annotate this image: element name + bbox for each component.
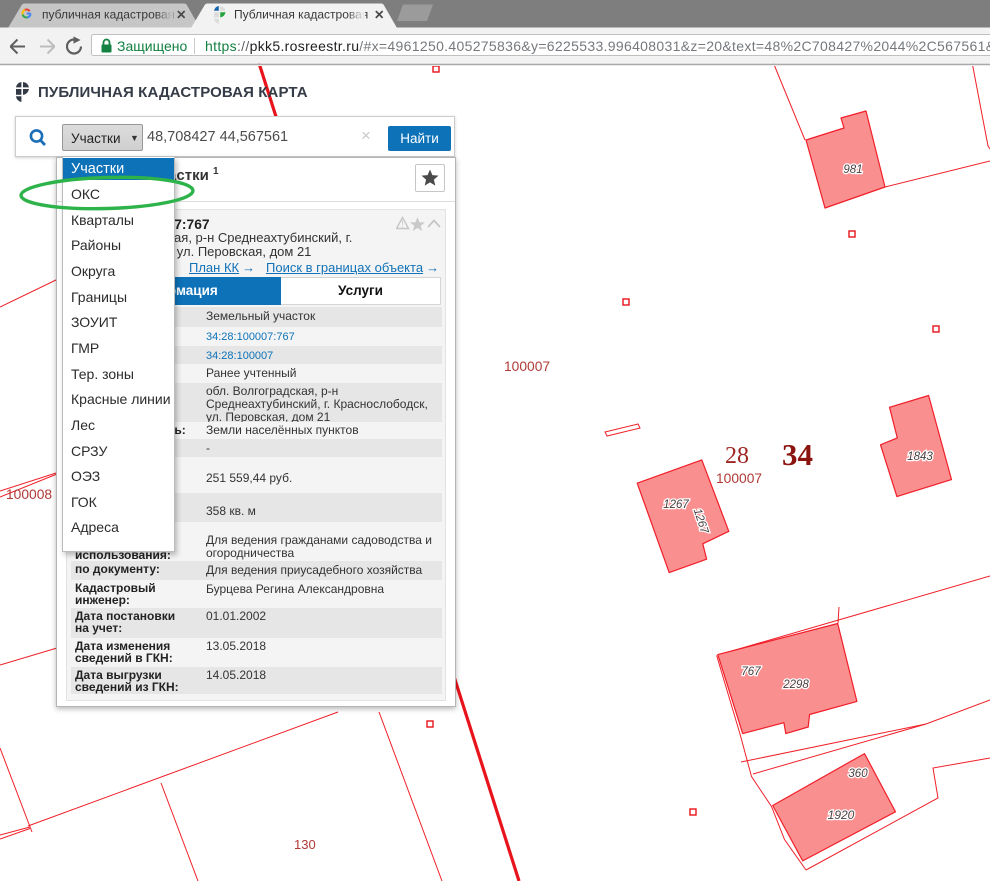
svg-text:✕: ✕ [374, 8, 384, 22]
svg-text:публичная кадастровая: публичная кадастровая [42, 8, 174, 22]
svg-text:360: 360 [848, 768, 868, 780]
svg-text:Защищено: Защищено [117, 38, 187, 54]
svg-text:1843: 1843 [907, 451, 933, 463]
svg-text:2298: 2298 [782, 679, 809, 691]
svg-text:100007: 100007 [716, 471, 762, 486]
svg-text:https://pkk5.rosreestr.ru/#x=4: https://pkk5.rosreestr.ru/#x=4961250.405… [205, 38, 990, 54]
svg-text:!: ! [401, 219, 404, 229]
svg-text:100008: 100008 [6, 487, 52, 502]
svg-text:767: 767 [741, 666, 761, 678]
svg-text:100007: 100007 [504, 359, 550, 374]
svg-text:1267: 1267 [663, 499, 689, 511]
svg-text:1920: 1920 [828, 808, 855, 822]
svg-text:✕: ✕ [176, 8, 186, 22]
svg-text:981: 981 [843, 164, 862, 176]
svg-text:130: 130 [294, 837, 316, 852]
svg-text:28: 28 [725, 443, 749, 469]
svg-text:34: 34 [782, 437, 813, 472]
